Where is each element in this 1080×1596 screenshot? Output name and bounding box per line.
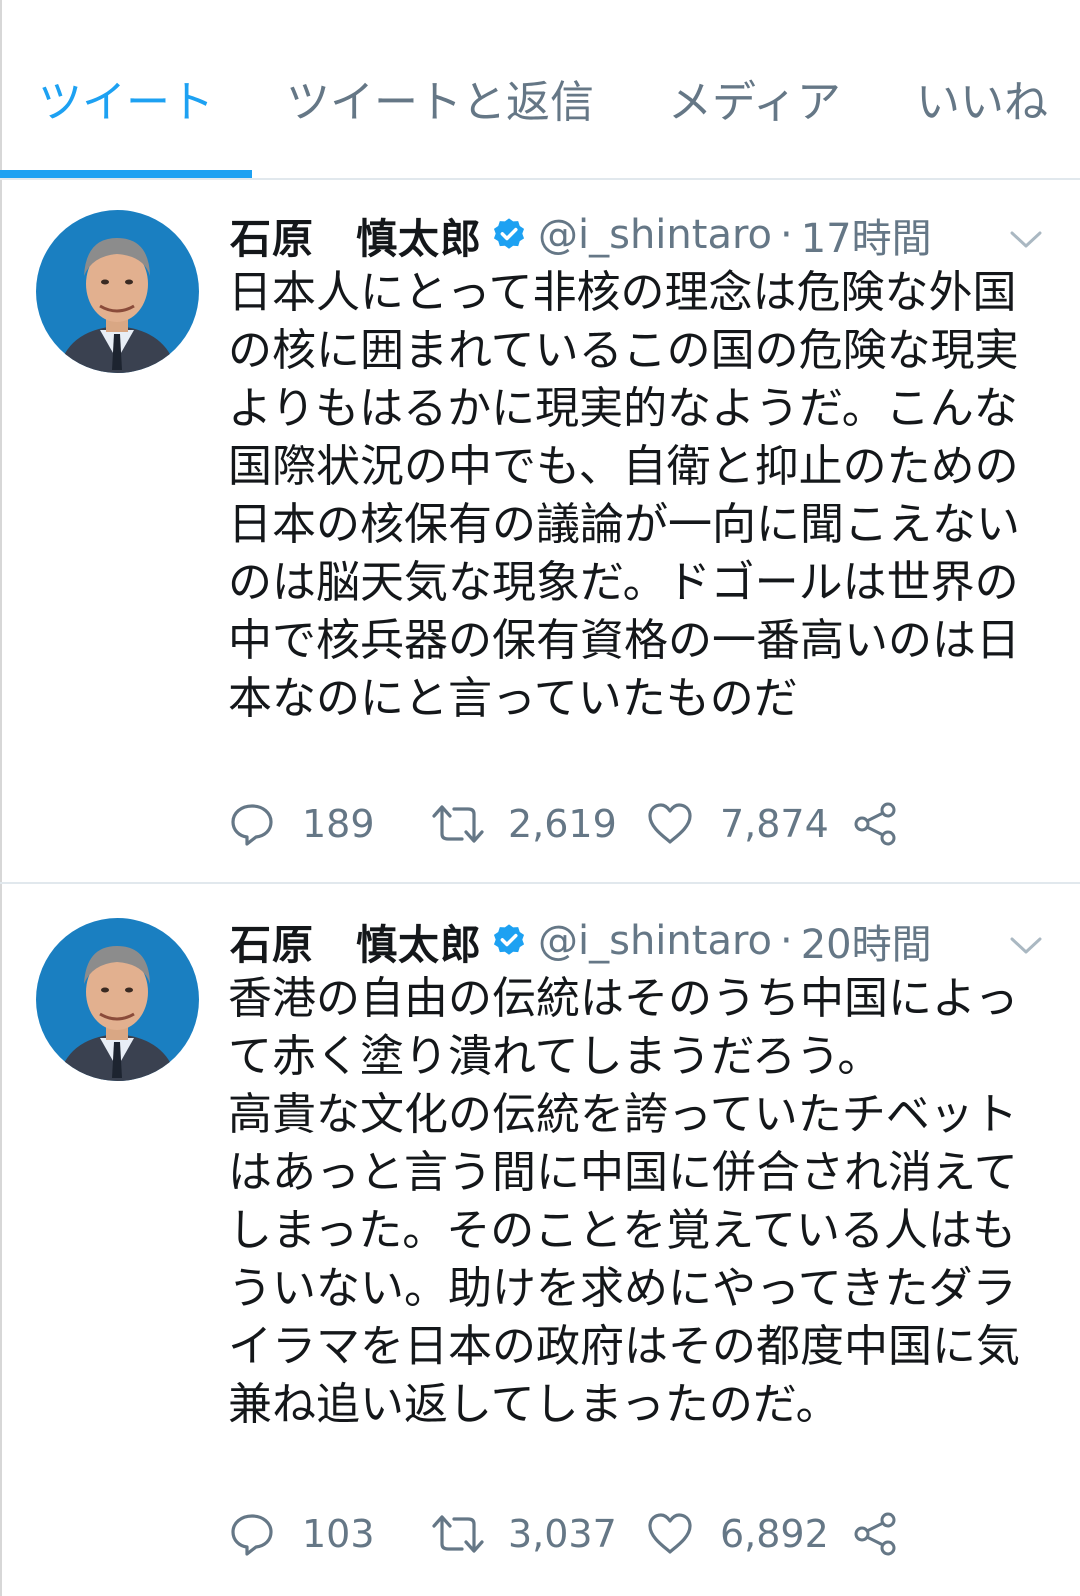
like-count: 6,892 [720,1512,829,1556]
user-handle[interactable]: @i_shintaro [538,212,772,258]
tweet-actions: 103 3,037 6,892 [228,1504,928,1564]
verified-badge-icon [490,216,528,254]
share-button[interactable] [852,794,900,854]
heart-icon [648,1513,692,1554]
tab-likes[interactable]: いいね [916,74,1048,132]
tweet-actions: 189 2,619 7,874 [228,794,928,854]
tweet[interactable]: 石原 慎太郎 @i_shintaro · 17時間 日本人にとって非核の理念は危… [0,180,1080,882]
retweet-count: 3,037 [508,1512,617,1556]
display-name[interactable]: 石原 慎太郎 [230,911,482,971]
retweet-icon [432,805,484,843]
tweet-text: 日本人にとって非核の理念は危険な外国の核に囲まれているこの国の危険な現実よりもは… [228,267,1020,724]
tweet-header: 石原 慎太郎 @i_shintaro · 20時間 [230,912,932,970]
header-separator: · [780,918,793,964]
tweet-header: 石原 慎太郎 @i_shintaro · 17時間 [230,206,932,264]
user-handle[interactable]: @i_shintaro [538,918,772,964]
tweet-timestamp[interactable]: 20時間 [801,912,932,970]
active-tab-indicator [0,170,252,178]
share-icon [854,802,896,846]
reply-button[interactable]: 103 [228,1504,375,1564]
tab-media[interactable]: メディア [668,74,841,132]
reply-count: 189 [302,802,375,846]
chevron-down-icon[interactable] [1008,228,1044,252]
reply-icon [231,1514,273,1556]
reply-button[interactable]: 189 [228,794,375,854]
share-button[interactable] [852,1504,900,1564]
like-button[interactable]: 7,874 [646,794,829,854]
share-icon [854,1512,896,1556]
tweet-timestamp[interactable]: 17時間 [801,206,932,264]
like-count: 7,874 [720,802,829,846]
profile-tab-bar: ツイート ツイートと返信 メディア いいね [0,0,1080,180]
tweet-text: 香港の自由の伝統はそのうち中国によって赤く塗り潰れてしまうだろう。 高貴な文化の… [228,973,1020,1430]
avatar[interactable] [36,210,199,373]
avatar[interactable] [36,918,199,1081]
heart-icon [648,803,692,844]
verified-badge-icon [490,922,528,960]
display-name[interactable]: 石原 慎太郎 [230,205,482,265]
tab-tweets-and-replies[interactable]: ツイートと返信 [286,74,594,132]
retweet-icon [432,1515,484,1553]
chevron-down-icon[interactable] [1008,934,1044,958]
reply-icon [231,804,273,846]
retweet-button[interactable]: 3,037 [430,1504,617,1564]
like-button[interactable]: 6,892 [646,1504,829,1564]
tweet[interactable]: 石原 慎太郎 @i_shintaro · 20時間 香港の自由の伝統はそのうち中… [0,884,1080,1596]
reply-count: 103 [302,1512,375,1556]
retweet-count: 2,619 [508,802,617,846]
header-separator: · [780,212,793,258]
retweet-button[interactable]: 2,619 [430,794,617,854]
tab-tweets[interactable]: ツイート [38,74,214,132]
